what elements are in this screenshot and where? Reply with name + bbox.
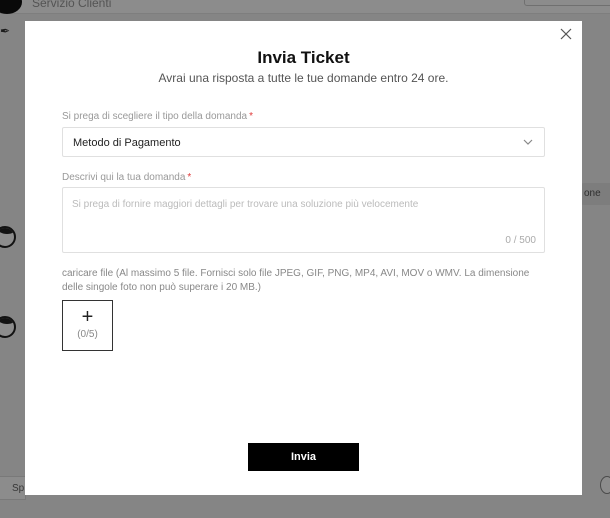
question-type-label: Si prega di scegliere il tipo della doma… [62,111,253,122]
description-field: 0 / 500 [62,187,545,253]
chevron-down-icon [523,139,533,145]
required-mark: * [187,172,192,183]
plus-icon: + [81,306,94,328]
question-type-select[interactable]: Metodo di Pagamento [62,127,545,157]
description-textarea[interactable] [63,188,544,252]
close-icon[interactable] [558,26,574,42]
modal-title: Invia Ticket [257,48,350,67]
description-label-text: Descrivi qui la tua domanda [62,172,186,183]
character-counter: 0 / 500 [505,235,536,246]
required-mark: * [249,111,254,122]
modal-subtitle: Avrai una risposta a tutte le tue domand… [158,71,449,85]
upload-file-button[interactable]: + (0/5) [62,300,113,351]
submit-button[interactable]: Invia [248,443,359,471]
question-type-value: Metodo di Pagamento [73,137,181,149]
question-type-label-text: Si prega di scegliere il tipo della doma… [62,111,248,122]
ticket-modal: Invia Ticket Avrai una risposta a tutte … [25,21,582,495]
upload-instructions: caricare file (Al massimo 5 file. Fornis… [62,268,530,293]
upload-count: (0/5) [77,329,98,340]
description-label: Descrivi qui la tua domanda * [62,172,191,183]
